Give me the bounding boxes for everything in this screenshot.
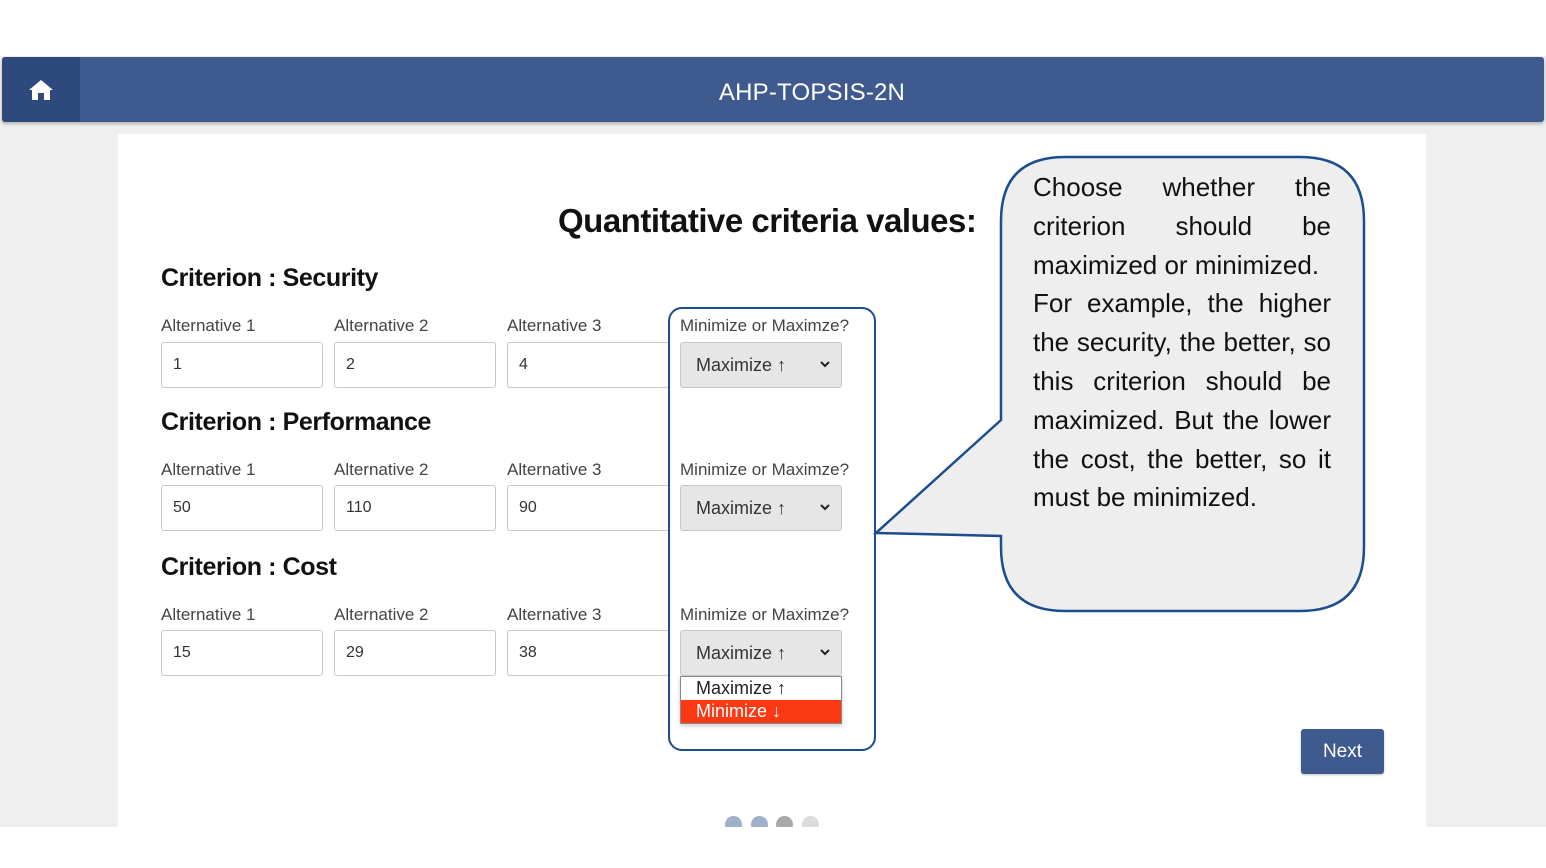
callout-paragraph-2: For example, the higher the security, th… [1033,288,1331,513]
next-button[interactable]: Next [1301,729,1384,774]
callout-text: Choose whether the criterion should be m… [1033,168,1331,517]
bottom-margin [0,827,1546,868]
callout-paragraph-1: Choose whether the criterion should be m… [1033,172,1331,280]
